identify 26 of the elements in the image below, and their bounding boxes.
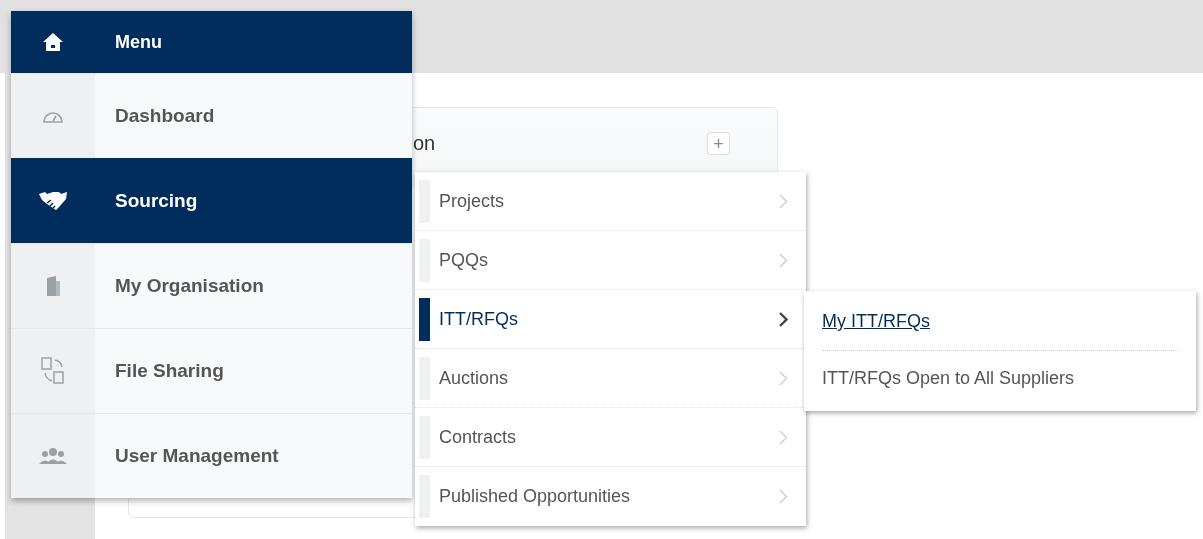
add-button[interactable]: + <box>707 132 730 155</box>
chevron-right-icon <box>779 193 788 209</box>
menu-item[interactable]: Dashboard <box>11 73 412 158</box>
menu-item[interactable]: File Sharing <box>11 328 412 413</box>
home-icon <box>42 32 64 52</box>
submenu-item[interactable]: PQQs <box>415 231 806 290</box>
chevron-right-icon <box>779 489 788 504</box>
menu-item[interactable]: Sourcing <box>11 158 412 243</box>
gauge-icon <box>42 109 64 123</box>
submenu-item[interactable]: Published Opportunities <box>415 467 806 526</box>
chevron-right-icon <box>779 311 788 327</box>
menu-item[interactable]: User Management <box>11 413 412 498</box>
menu-item[interactable]: My Organisation <box>11 243 412 328</box>
file-exchange-icon <box>41 357 65 385</box>
flyout-link[interactable]: My ITT/RFQs <box>822 311 930 332</box>
handshake-icon <box>39 191 67 211</box>
submenu-item[interactable]: Contracts <box>415 408 806 467</box>
flyout-item[interactable]: ITT/RFQs Open to All Suppliers <box>822 368 1075 389</box>
card-title: on <box>413 132 436 155</box>
building-icon <box>45 275 61 297</box>
chevron-right-icon <box>779 429 788 445</box>
menu-title: Menu <box>115 31 162 53</box>
chevron-right-icon <box>779 370 788 386</box>
submenu-item[interactable]: Projects <box>415 172 806 231</box>
chevron-right-icon <box>779 252 788 268</box>
users-icon <box>39 447 67 465</box>
